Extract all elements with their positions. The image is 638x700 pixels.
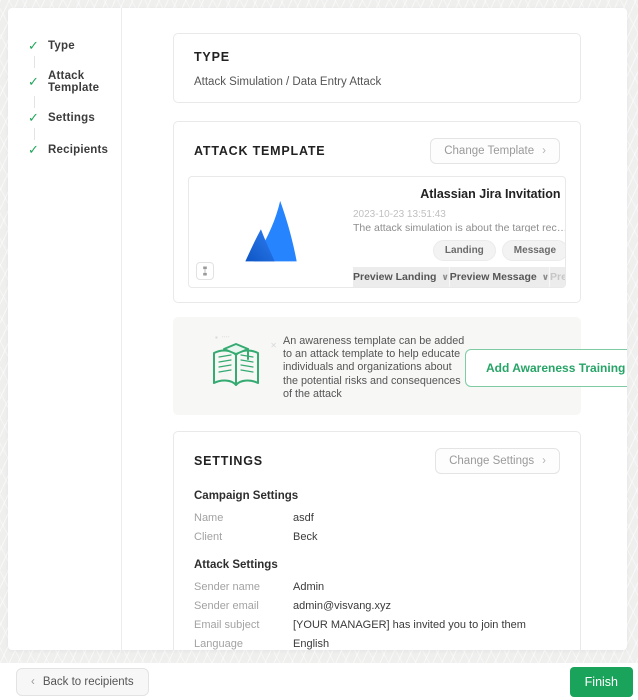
- setting-label: Sender email: [194, 600, 293, 612]
- awareness-banner: ▪ ᠁ ✕ An awareness template can be added…: [173, 317, 581, 415]
- preview-landing-button[interactable]: Preview Landing∨: [353, 267, 449, 287]
- template-badges: Landing Message Lure: [353, 240, 566, 261]
- attack-template-card: ATTACK TEMPLATE Change Template›: [173, 121, 581, 303]
- step-label: Settings: [48, 112, 95, 124]
- atlassian-logo-icon: [238, 199, 304, 265]
- chevron-right-icon: ›: [542, 455, 546, 467]
- back-to-recipients-button[interactable]: ‹Back to recipients: [16, 668, 149, 696]
- settings-title: SETTINGS: [194, 454, 263, 468]
- step-connector: [34, 128, 35, 140]
- step-label: Attack Template: [48, 70, 121, 94]
- template-description: The attack simulation is about the targe…: [353, 222, 566, 232]
- setting-value: admin@visvang.xyz: [293, 600, 391, 612]
- type-value: Attack Simulation / Data Entry Attack: [188, 64, 566, 92]
- preview-lure-button: Preview Lure∨: [549, 267, 566, 287]
- setting-row: Sender name Admin: [188, 581, 566, 593]
- attack-settings-heading: Attack Settings: [194, 559, 560, 571]
- step-connector: [34, 96, 35, 108]
- chevron-right-icon: ›: [542, 145, 546, 157]
- preview-message-button[interactable]: Preview Message∨: [449, 267, 549, 287]
- sidebar-item-recipients[interactable]: ✓ Recipients: [28, 142, 121, 158]
- template-preview-card: Atlassian Jira Invitation 2023-10-23 13:…: [188, 176, 566, 288]
- setting-label: Name: [194, 512, 293, 524]
- sidebar-item-attack-template[interactable]: ✓ Attack Template: [28, 70, 121, 94]
- type-card: TYPE Attack Simulation / Data Entry Atta…: [173, 33, 581, 103]
- footer-action-bar: ‹Back to recipients Finish: [0, 663, 638, 700]
- awareness-icon-area: ▪ ᠁ ✕: [191, 333, 283, 391]
- setting-value: English: [293, 638, 329, 650]
- setting-label: Email subject: [194, 619, 293, 631]
- template-kind-badge: [196, 262, 214, 280]
- setting-row: Sender email admin@visvang.xyz: [188, 600, 566, 612]
- step-sidebar: ✓ Type ✓ Attack Template ✓ Settings ✓ Re…: [8, 8, 122, 650]
- chevron-down-icon: ∨: [441, 272, 448, 283]
- setting-value: asdf: [293, 512, 314, 524]
- type-card-title: TYPE: [194, 50, 230, 64]
- setting-value: Admin: [293, 581, 324, 593]
- setting-label: Language: [194, 638, 293, 650]
- attack-template-title: ATTACK TEMPLATE: [194, 144, 325, 158]
- decorative-x-icon: ✕: [270, 341, 277, 350]
- setting-label: Client: [194, 531, 293, 543]
- campaign-settings-heading: Campaign Settings: [194, 490, 560, 502]
- awareness-text: An awareness template can be added to an…: [283, 333, 465, 401]
- template-logo-area: [189, 177, 353, 287]
- check-icon: ✓: [28, 142, 48, 158]
- decorative-dots: ▪ ᠁: [215, 329, 229, 343]
- setting-row: Name asdf: [188, 512, 566, 524]
- sidebar-item-type[interactable]: ✓ Type: [28, 38, 121, 54]
- step-connector: [34, 56, 35, 68]
- step-label: Type: [48, 40, 75, 52]
- check-icon: ✓: [28, 110, 48, 126]
- chevron-left-icon: ‹: [31, 676, 35, 688]
- template-name: Atlassian Jira Invitation: [353, 187, 566, 201]
- setting-row: Client Beck: [188, 531, 566, 543]
- preview-bar: Preview Landing∨ Preview Message∨ Previe…: [353, 267, 566, 287]
- review-content: TYPE Attack Simulation / Data Entry Atta…: [123, 8, 627, 650]
- template-info: Atlassian Jira Invitation 2023-10-23 13:…: [353, 177, 566, 287]
- awareness-training-icon: [208, 339, 266, 391]
- add-awareness-training-button[interactable]: Add Awareness Training: [465, 349, 627, 387]
- change-template-button[interactable]: Change Template›: [430, 138, 560, 164]
- setting-row: Language English: [188, 638, 566, 650]
- wizard-panel: ✓ Type ✓ Attack Template ✓ Settings ✓ Re…: [8, 8, 627, 650]
- setting-value: [YOUR MANAGER] has invited you to join t…: [293, 619, 526, 631]
- change-settings-button[interactable]: Change Settings›: [435, 448, 560, 474]
- check-icon: ✓: [28, 38, 48, 54]
- setting-label: Sender name: [194, 581, 293, 593]
- badge-landing: Landing: [433, 240, 496, 261]
- finish-button[interactable]: Finish: [570, 667, 633, 697]
- setting-row: Email subject [YOUR MANAGER] has invited…: [188, 619, 566, 631]
- check-icon: ✓: [28, 74, 48, 90]
- settings-card: SETTINGS Change Settings› Campaign Setti…: [173, 431, 581, 650]
- template-date: 2023-10-23 13:51:43: [353, 209, 566, 220]
- setting-value: Beck: [293, 531, 317, 543]
- sidebar-item-settings[interactable]: ✓ Settings: [28, 110, 121, 126]
- chevron-down-icon: ∨: [542, 272, 549, 283]
- badge-message: Message: [502, 240, 566, 261]
- data-entry-icon: [200, 266, 210, 276]
- step-label: Recipients: [48, 144, 108, 156]
